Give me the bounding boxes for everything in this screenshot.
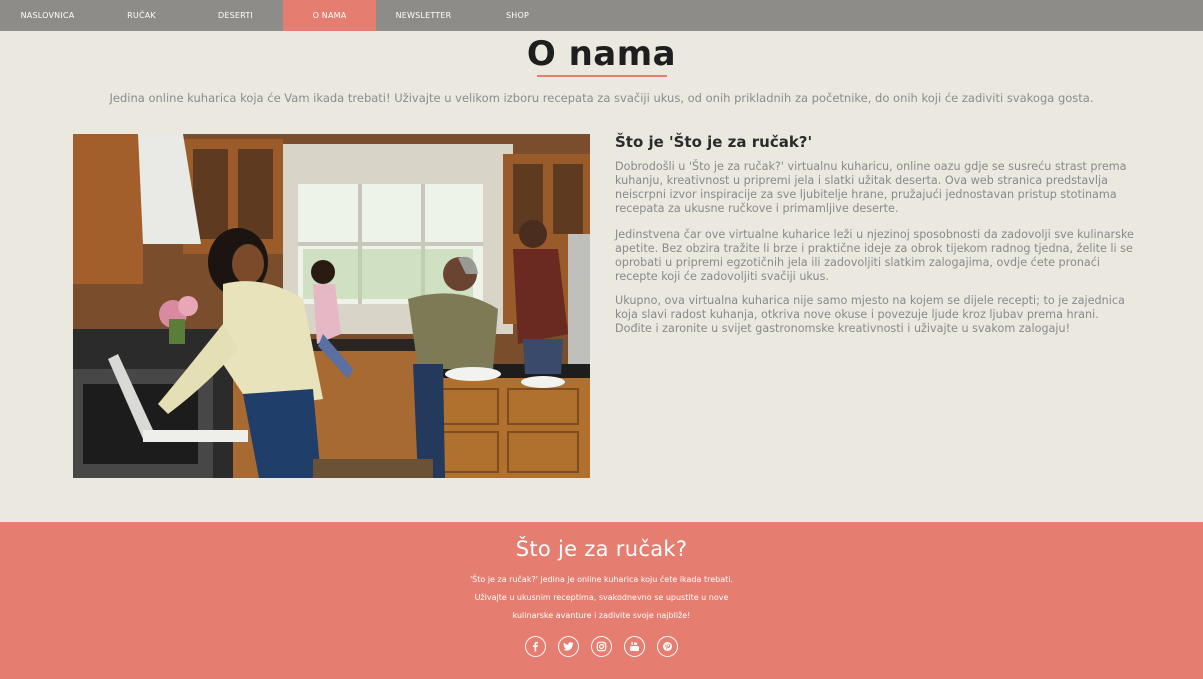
about-paragraph-1: Dobrodošli u 'Što je za ručak?' virtualn…	[615, 160, 1127, 215]
footer-title: Što je za ručak?	[515, 537, 688, 561]
top-navigation: NASLOVNICA RUČAK DESERTI O NAMA NEWSLETT…	[0, 0, 1203, 31]
nav-item-shop[interactable]: SHOP	[471, 0, 564, 31]
instagram-icon[interactable]	[591, 636, 612, 657]
nav-item-naslovnica[interactable]: NASLOVNICA	[0, 0, 95, 31]
footer-line-3: kulinarske avanture i zadivite svoje naj…	[512, 611, 691, 620]
pinterest-icon[interactable]	[657, 636, 678, 657]
site-footer: Što je za ručak? 'Što je za ručak?' jedi…	[0, 522, 1203, 679]
nav-item-rucak[interactable]: RUČAK	[95, 0, 188, 31]
nav-item-o-nama[interactable]: O NAMA	[283, 0, 376, 31]
social-links	[0, 636, 1203, 657]
about-paragraph-3: Ukupno, ova virtualna kuharica nije samo…	[615, 294, 1125, 335]
kitchen-family-photo	[73, 134, 590, 478]
intro-text: Jedina online kuharica koja će Vam ikada…	[109, 91, 1094, 105]
about-heading: Što je 'Što je za ručak?'	[615, 133, 813, 151]
title-underline	[537, 75, 667, 77]
facebook-icon[interactable]	[525, 636, 546, 657]
twitter-icon[interactable]	[558, 636, 579, 657]
youtube-icon[interactable]	[624, 636, 645, 657]
nav-item-newsletter[interactable]: NEWSLETTER	[376, 0, 471, 31]
about-paragraph-2: Jedinstvena čar ove virtualne kuharice l…	[615, 228, 1134, 283]
footer-line-1: 'Što je za ručak?' jedina je online kuha…	[469, 575, 734, 584]
footer-line-2: Uživajte u ukusnim receptima, svakodnevn…	[474, 593, 729, 602]
nav-item-deserti[interactable]: DESERTI	[188, 0, 283, 31]
page-title: O nama	[526, 34, 677, 74]
